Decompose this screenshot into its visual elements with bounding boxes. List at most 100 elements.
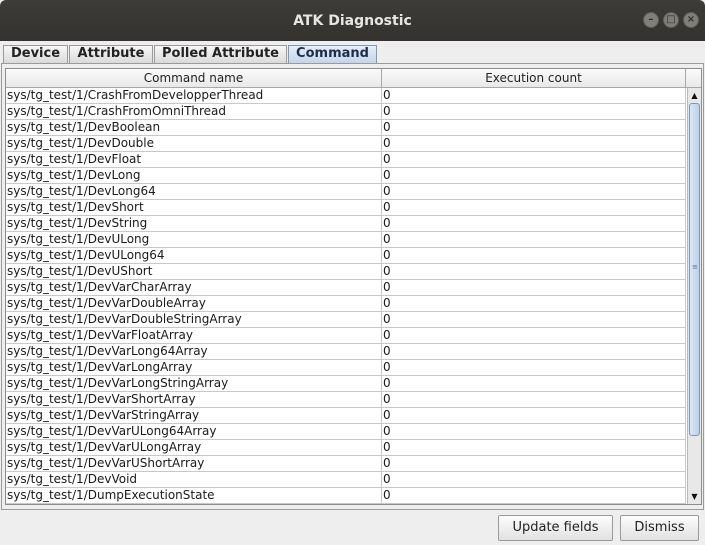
window-title: ATK Diagnostic (293, 13, 412, 29)
command-name-cell[interactable]: sys/tg_test/1/DevLong64 (6, 184, 382, 200)
execution-count-cell[interactable]: 0 (382, 408, 686, 424)
table-row[interactable]: sys/tg_test/1/DevVarLongStringArray 0 (6, 376, 686, 392)
execution-count-cell[interactable]: 0 (382, 200, 686, 216)
execution-count-cell[interactable]: 0 (382, 248, 686, 264)
execution-count-cell[interactable]: 0 (382, 216, 686, 232)
table-row[interactable]: sys/tg_test/1/DevVarLongArray 0 (6, 360, 686, 376)
tab-attribute[interactable]: Attribute (69, 45, 153, 63)
command-name-cell[interactable]: sys/tg_test/1/DevVarULong64Array (6, 424, 382, 440)
table-row[interactable]: sys/tg_test/1/DevVarULongArray 0 (6, 440, 686, 456)
execution-count-cell[interactable]: 0 (382, 152, 686, 168)
table-row[interactable]: sys/tg_test/1/DevShort 0 (6, 200, 686, 216)
command-name-cell[interactable]: sys/tg_test/1/DevLong (6, 168, 382, 184)
execution-count-cell[interactable]: 0 (382, 488, 686, 504)
command-name-cell[interactable]: sys/tg_test/1/DevVarShortArray (6, 392, 382, 408)
minimize-icon[interactable]: – (643, 12, 659, 28)
close-icon[interactable]: × (683, 12, 699, 28)
tab-command[interactable]: Command (288, 45, 377, 63)
table-row[interactable]: sys/tg_test/1/DevBoolean 0 (6, 120, 686, 136)
command-name-cell[interactable]: sys/tg_test/1/CrashFromOmniThread (6, 104, 382, 120)
table-row[interactable]: sys/tg_test/1/DevDouble 0 (6, 136, 686, 152)
execution-count-cell[interactable]: 0 (382, 456, 686, 472)
table-row[interactable]: sys/tg_test/1/DevVarCharArray 0 (6, 280, 686, 296)
table-row[interactable]: sys/tg_test/1/CrashFromDevelopperThread 0 (6, 88, 686, 104)
table-row[interactable]: sys/tg_test/1/DevVarLong64Array 0 (6, 344, 686, 360)
command-name-cell[interactable]: sys/tg_test/1/DevVarLongStringArray (6, 376, 382, 392)
table-header: Command name Execution count (6, 69, 686, 88)
execution-count-cell[interactable]: 0 (382, 360, 686, 376)
table-row[interactable]: sys/tg_test/1/DevLong 0 (6, 168, 686, 184)
command-name-cell[interactable]: sys/tg_test/1/DevVarDoubleArray (6, 296, 382, 312)
command-name-cell[interactable]: sys/tg_test/1/DevULong (6, 232, 382, 248)
command-name-cell[interactable]: sys/tg_test/1/DevDouble (6, 136, 382, 152)
table-row[interactable]: sys/tg_test/1/DevString 0 (6, 216, 686, 232)
execution-count-cell[interactable]: 0 (382, 264, 686, 280)
update-fields-button[interactable]: Update fields (498, 515, 613, 541)
command-panel: Command name Execution count sys/tg_test… (1, 63, 704, 510)
execution-count-cell[interactable]: 0 (382, 344, 686, 360)
command-name-cell[interactable]: sys/tg_test/1/CrashFromDevelopperThread (6, 88, 382, 104)
table-row[interactable]: sys/tg_test/1/DevUShort 0 (6, 264, 686, 280)
table-row[interactable]: sys/tg_test/1/DevFloat 0 (6, 152, 686, 168)
command-table: Command name Execution count sys/tg_test… (5, 68, 702, 505)
execution-count-cell[interactable]: 0 (382, 120, 686, 136)
execution-count-cell[interactable]: 0 (382, 232, 686, 248)
execution-count-cell[interactable]: 0 (382, 440, 686, 456)
execution-count-cell[interactable]: 0 (382, 472, 686, 488)
dismiss-button[interactable]: Dismiss (620, 515, 699, 541)
column-header-command-name[interactable]: Command name (6, 69, 382, 88)
execution-count-cell[interactable]: 0 (382, 280, 686, 296)
grip-icon: ≡ (692, 263, 698, 271)
command-name-cell[interactable]: sys/tg_test/1/DevVoid (6, 472, 382, 488)
column-header-execution-count[interactable]: Execution count (382, 69, 686, 88)
table-row[interactable]: sys/tg_test/1/DevLong64 0 (6, 184, 686, 200)
execution-count-cell[interactable]: 0 (382, 104, 686, 120)
table-row[interactable]: sys/tg_test/1/DumpExecutionState 0 (6, 488, 686, 504)
vertical-scrollbar[interactable]: ▲ ≡ ▼ (687, 88, 701, 504)
table-row[interactable]: sys/tg_test/1/DevULong64 0 (6, 248, 686, 264)
execution-count-cell[interactable]: 0 (382, 424, 686, 440)
command-name-cell[interactable]: sys/tg_test/1/DumpExecutionState (6, 488, 382, 504)
scrollbar-thumb[interactable]: ≡ (689, 103, 700, 436)
command-name-cell[interactable]: sys/tg_test/1/DevVarCharArray (6, 280, 382, 296)
tab-device[interactable]: Device (3, 45, 68, 63)
execution-count-cell[interactable]: 0 (382, 312, 686, 328)
command-name-cell[interactable]: sys/tg_test/1/DevString (6, 216, 382, 232)
command-name-cell[interactable]: sys/tg_test/1/DevBoolean (6, 120, 382, 136)
table-row[interactable]: sys/tg_test/1/DevVoid 0 (6, 472, 686, 488)
command-name-cell[interactable]: sys/tg_test/1/DevFloat (6, 152, 382, 168)
title-bar: ATK Diagnostic – □ × (0, 0, 705, 41)
scroll-up-arrow-icon[interactable]: ▲ (688, 89, 701, 102)
command-name-cell[interactable]: sys/tg_test/1/DevULong64 (6, 248, 382, 264)
command-name-cell[interactable]: sys/tg_test/1/DevVarLongArray (6, 360, 382, 376)
command-name-cell[interactable]: sys/tg_test/1/DevUShort (6, 264, 382, 280)
table-row[interactable]: sys/tg_test/1/DevVarDoubleStringArray 0 (6, 312, 686, 328)
command-name-cell[interactable]: sys/tg_test/1/DevVarDoubleStringArray (6, 312, 382, 328)
execution-count-cell[interactable]: 0 (382, 168, 686, 184)
table-row[interactable]: sys/tg_test/1/DevVarStringArray 0 (6, 408, 686, 424)
command-name-cell[interactable]: sys/tg_test/1/DevVarStringArray (6, 408, 382, 424)
table-row[interactable]: sys/tg_test/1/DevVarFloatArray 0 (6, 328, 686, 344)
table-row[interactable]: sys/tg_test/1/CrashFromOmniThread 0 (6, 104, 686, 120)
command-name-cell[interactable]: sys/tg_test/1/DevShort (6, 200, 382, 216)
execution-count-cell[interactable]: 0 (382, 328, 686, 344)
table-header-corner (686, 69, 701, 88)
scroll-down-arrow-icon[interactable]: ▼ (688, 490, 701, 503)
table-row[interactable]: sys/tg_test/1/DevVarULong64Array 0 (6, 424, 686, 440)
execution-count-cell[interactable]: 0 (382, 376, 686, 392)
table-row[interactable]: sys/tg_test/1/DevULong 0 (6, 232, 686, 248)
execution-count-cell[interactable]: 0 (382, 184, 686, 200)
table-row[interactable]: sys/tg_test/1/DevVarUShortArray 0 (6, 456, 686, 472)
command-name-cell[interactable]: sys/tg_test/1/DevVarLong64Array (6, 344, 382, 360)
command-name-cell[interactable]: sys/tg_test/1/DevVarFloatArray (6, 328, 382, 344)
command-name-cell[interactable]: sys/tg_test/1/DevVarULongArray (6, 440, 382, 456)
execution-count-cell[interactable]: 0 (382, 392, 686, 408)
execution-count-cell[interactable]: 0 (382, 136, 686, 152)
execution-count-cell[interactable]: 0 (382, 88, 686, 104)
maximize-icon[interactable]: □ (663, 12, 679, 28)
command-name-cell[interactable]: sys/tg_test/1/DevVarUShortArray (6, 456, 382, 472)
table-row[interactable]: sys/tg_test/1/DevVarShortArray 0 (6, 392, 686, 408)
tab-polled-attribute[interactable]: Polled Attribute (154, 45, 287, 63)
table-row[interactable]: sys/tg_test/1/DevVarDoubleArray 0 (6, 296, 686, 312)
execution-count-cell[interactable]: 0 (382, 296, 686, 312)
